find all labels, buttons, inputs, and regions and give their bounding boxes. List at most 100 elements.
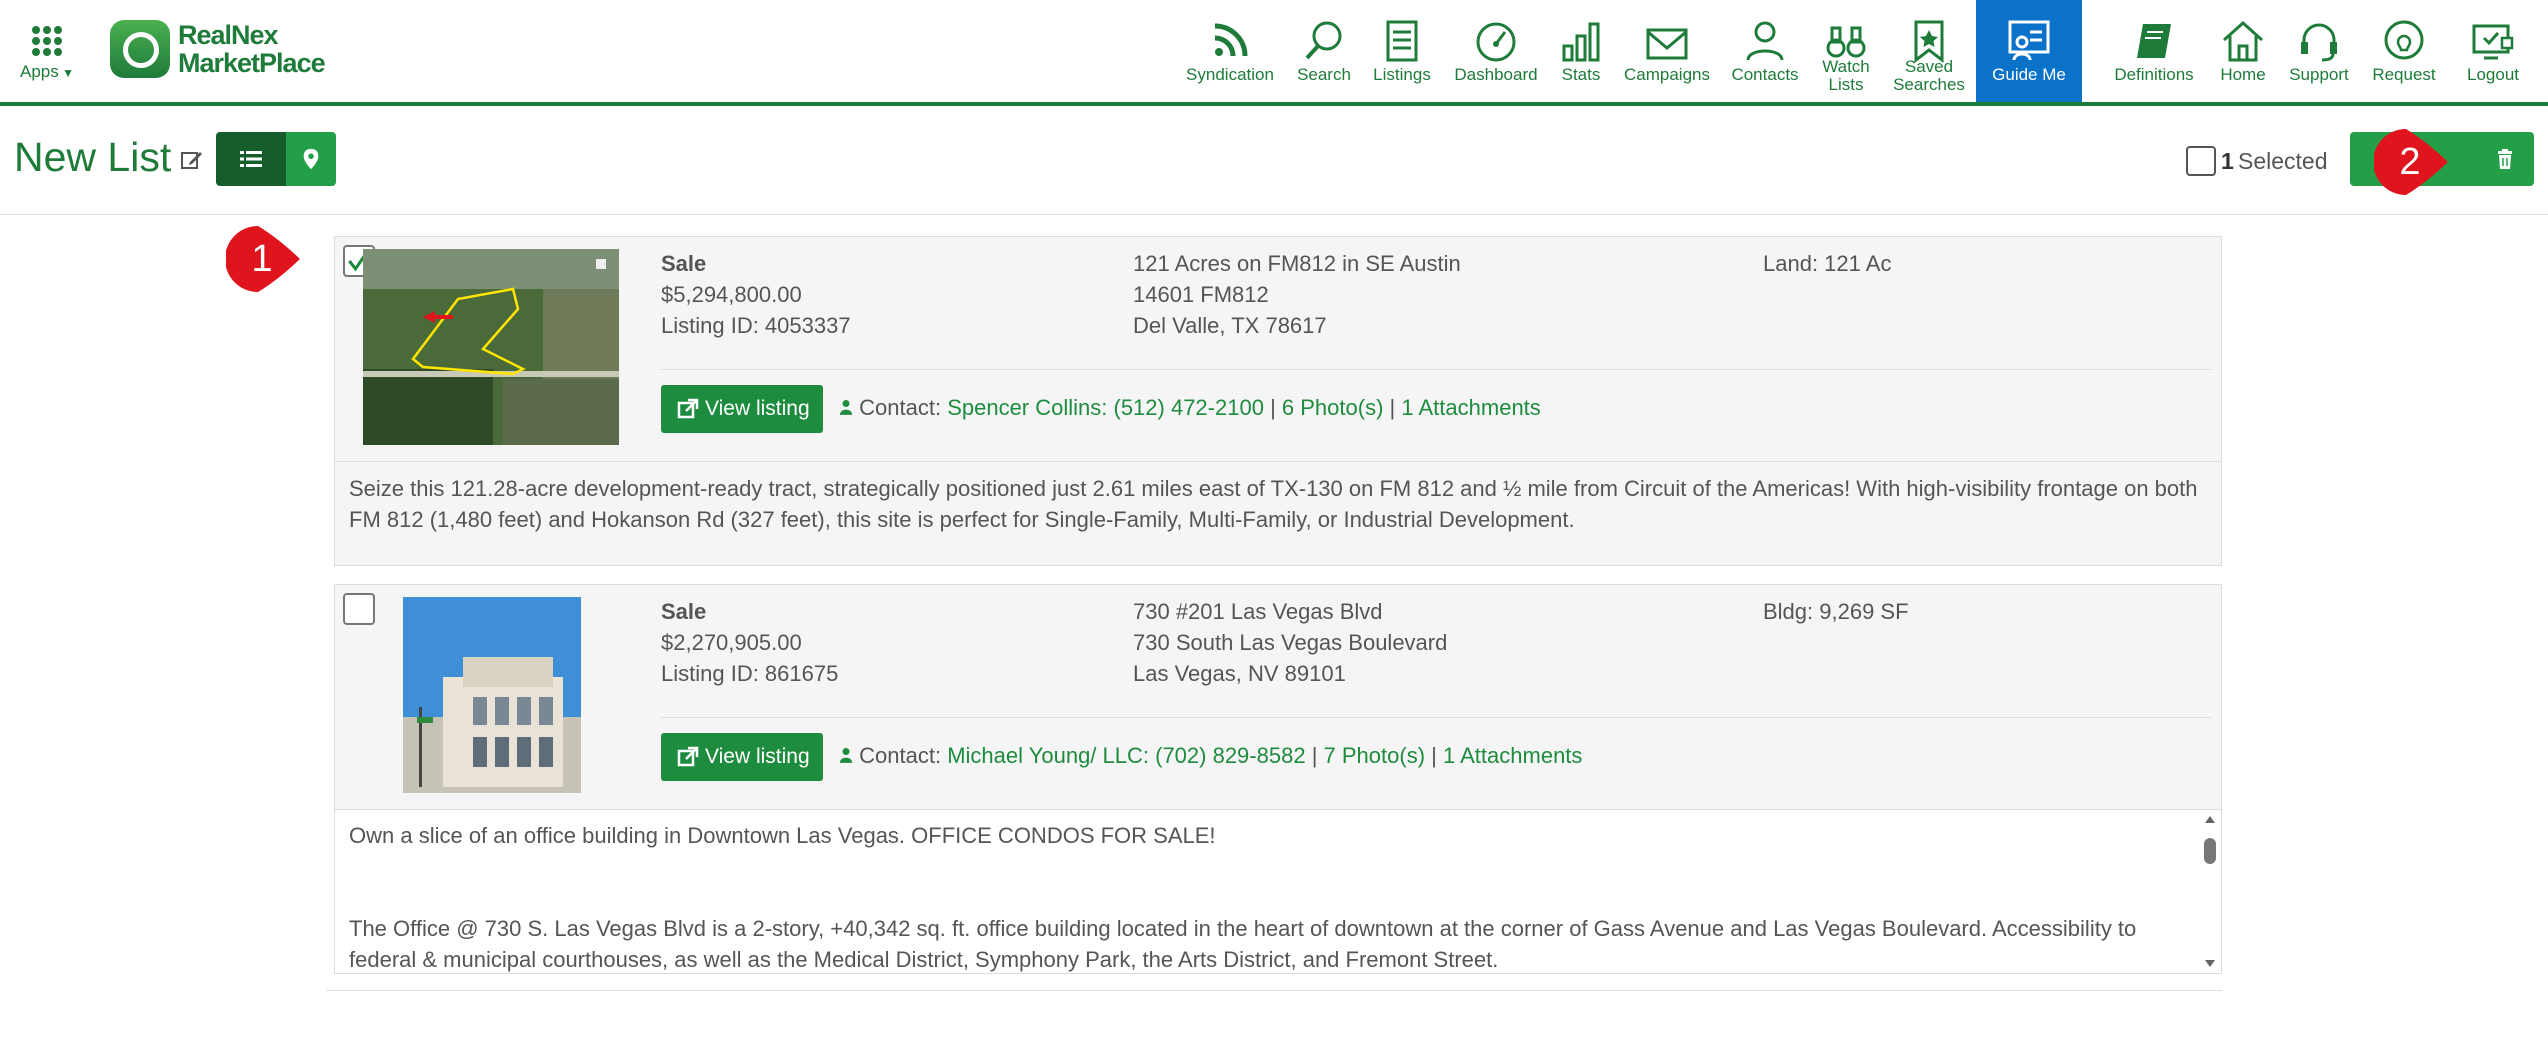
nav-label: Logout <box>2467 65 2519 84</box>
nav-support[interactable]: Support <box>2282 0 2356 102</box>
separator-pipe: | <box>1311 743 1318 768</box>
nav-label: Home <box>2220 65 2266 84</box>
separator-pipe: | <box>1270 395 1276 420</box>
nav-logout[interactable]: Logout <box>2456 0 2530 102</box>
external-link-icon <box>677 746 699 767</box>
list-bottom-divider <box>326 990 2222 991</box>
listing-address-line2: 730 South Las Vegas Boulevard <box>1133 630 1448 655</box>
scrollbar-thumb[interactable] <box>2204 838 2216 864</box>
annotation-marker-1: 1 <box>225 224 306 294</box>
listing-description: Seize this 121.28-acre development-ready… <box>349 476 2198 532</box>
nav-syndication[interactable]: Syndication <box>1180 0 1280 102</box>
listing-photo[interactable] <box>363 249 619 445</box>
nav-watch-lists[interactable]: Watch Lists <box>1812 0 1880 102</box>
listing-type: Sale <box>661 599 707 624</box>
nav-listings[interactable]: Listings <box>1364 0 1440 102</box>
description-scroll-area[interactable]: Own a slice of an office building in Dow… <box>335 810 2221 973</box>
photos-link[interactable]: 6 Photo(s) <box>1282 395 1384 420</box>
apps-label: Apps <box>20 62 59 81</box>
listing-contact-row: Contact: Spencer Collins: (512) 472-2100… <box>839 395 1541 421</box>
nav-label: Dashboard <box>1454 65 1538 84</box>
guide-icon <box>2006 18 2052 64</box>
stats-icon <box>1558 18 1604 64</box>
listing-checkbox[interactable] <box>343 593 375 625</box>
list-icon <box>240 151 262 167</box>
nav-guide-me[interactable]: Guide Me <box>1976 0 2082 102</box>
listing-price: $2,270,905.00 <box>661 630 802 655</box>
list-view-button[interactable] <box>216 132 286 186</box>
selected-label: Selected <box>2238 148 2328 174</box>
logo-text-line2: MarketPlace <box>178 48 326 78</box>
card-separator <box>661 369 2211 370</box>
toolbar-divider <box>0 214 2548 215</box>
nav-label: Campaigns <box>1624 65 1710 84</box>
photos-link[interactable]: 7 Photo(s) <box>1324 743 1426 768</box>
nav-contacts[interactable]: Contacts <box>1722 0 1808 102</box>
view-listing-label: View listing <box>705 397 810 420</box>
scroll-down-icon[interactable] <box>2205 960 2215 967</box>
attachments-link[interactable]: 1 Attachments <box>1401 395 1540 420</box>
marker-number: 2 <box>2399 141 2421 183</box>
top-navbar: Apps ▼ RealNex MarketPlace Syndication S… <box>0 0 2548 106</box>
view-listing-button[interactable]: View listing <box>661 733 823 781</box>
caret-down-icon: ▼ <box>58 66 74 80</box>
nav-campaigns[interactable]: Campaigns <box>1618 0 1716 102</box>
listing-address-line1: 730 #201 Las Vegas Blvd <box>1133 599 1383 624</box>
external-link-icon <box>677 398 699 419</box>
scrollbar[interactable] <box>2199 810 2221 973</box>
scroll-up-icon[interactable] <box>2205 816 2215 823</box>
separator-pipe: | <box>1389 395 1396 420</box>
nav-search[interactable]: Search <box>1288 0 1360 102</box>
listing-photo[interactable] <box>403 597 581 793</box>
select-all-checkbox[interactable] <box>2186 146 2216 176</box>
listing-size: Bldg: 9,269 SF <box>1763 599 1909 624</box>
nav-label: Support <box>2289 65 2349 84</box>
nav-label-line2: Searches <box>1893 75 1965 94</box>
contact-label: Contact: <box>859 743 942 768</box>
edit-title-icon[interactable] <box>180 148 204 172</box>
listing-price: $5,294,800.00 <box>661 282 802 307</box>
envelope-icon <box>1644 18 1690 64</box>
nav-label: Listings <box>1373 65 1431 84</box>
nav-definitions[interactable]: Definitions <box>2106 0 2202 102</box>
nav-label: Request <box>2372 65 2436 84</box>
card-separator <box>661 717 2211 718</box>
nav-saved-searches[interactable]: Saved Searches <box>1884 0 1974 102</box>
contact-link[interactable]: Spencer Collins: (512) 472-2100 <box>947 395 1264 420</box>
home-icon <box>2220 18 2266 64</box>
nav-label: Definitions <box>2114 65 2194 84</box>
separator-pipe: | <box>1431 743 1437 768</box>
list-title: New List <box>14 134 172 180</box>
contact-link[interactable]: Michael Young/ LLC: (702) 829-8582 <box>947 743 1305 768</box>
listing-contact-row: Contact: Michael Young/ LLC: (702) 829-8… <box>839 743 1582 769</box>
listings-icon <box>1379 18 1425 64</box>
nav-label: Search <box>1297 65 1351 84</box>
nav-home[interactable]: Home <box>2212 0 2274 102</box>
apps-menu-button[interactable]: Apps ▼ <box>12 22 82 88</box>
contact-label: Contact: <box>859 395 942 420</box>
listing-address-line3: Las Vegas, NV 89101 <box>1133 661 1346 686</box>
book-icon <box>2131 18 2177 64</box>
selected-count: 1 <box>2221 148 2234 174</box>
nav-request[interactable]: Request <box>2362 0 2446 102</box>
realnex-logo[interactable]: RealNex MarketPlace <box>110 18 340 82</box>
listing-address-line3: Del Valle, TX 78617 <box>1133 313 1327 338</box>
nav-label: Watch <box>1822 57 1870 76</box>
dashboard-icon <box>1473 18 1519 64</box>
view-listing-button[interactable]: View listing <box>661 385 823 433</box>
rss-icon <box>1207 18 1253 64</box>
nav-label: Syndication <box>1186 65 1274 84</box>
listing-card: Sale $2,270,905.00 Listing ID: 861675 73… <box>334 584 2222 974</box>
attachments-link[interactable]: 1 Attachments <box>1443 743 1582 768</box>
logout-icon <box>2470 18 2516 64</box>
listing-id: Listing ID: 4053337 <box>661 313 851 338</box>
user-icon <box>839 400 853 415</box>
view-listing-label: View listing <box>705 745 810 768</box>
listing-description-p2: The Office @ 730 S. Las Vegas Blvd is a … <box>349 916 2137 972</box>
marker-number: 1 <box>251 238 273 280</box>
nav-dashboard[interactable]: Dashboard <box>1446 0 1546 102</box>
map-view-button[interactable] <box>286 132 336 186</box>
map-marker-icon <box>303 148 319 170</box>
nav-stats[interactable]: Stats <box>1552 0 1610 102</box>
headset-icon <box>2296 18 2342 64</box>
